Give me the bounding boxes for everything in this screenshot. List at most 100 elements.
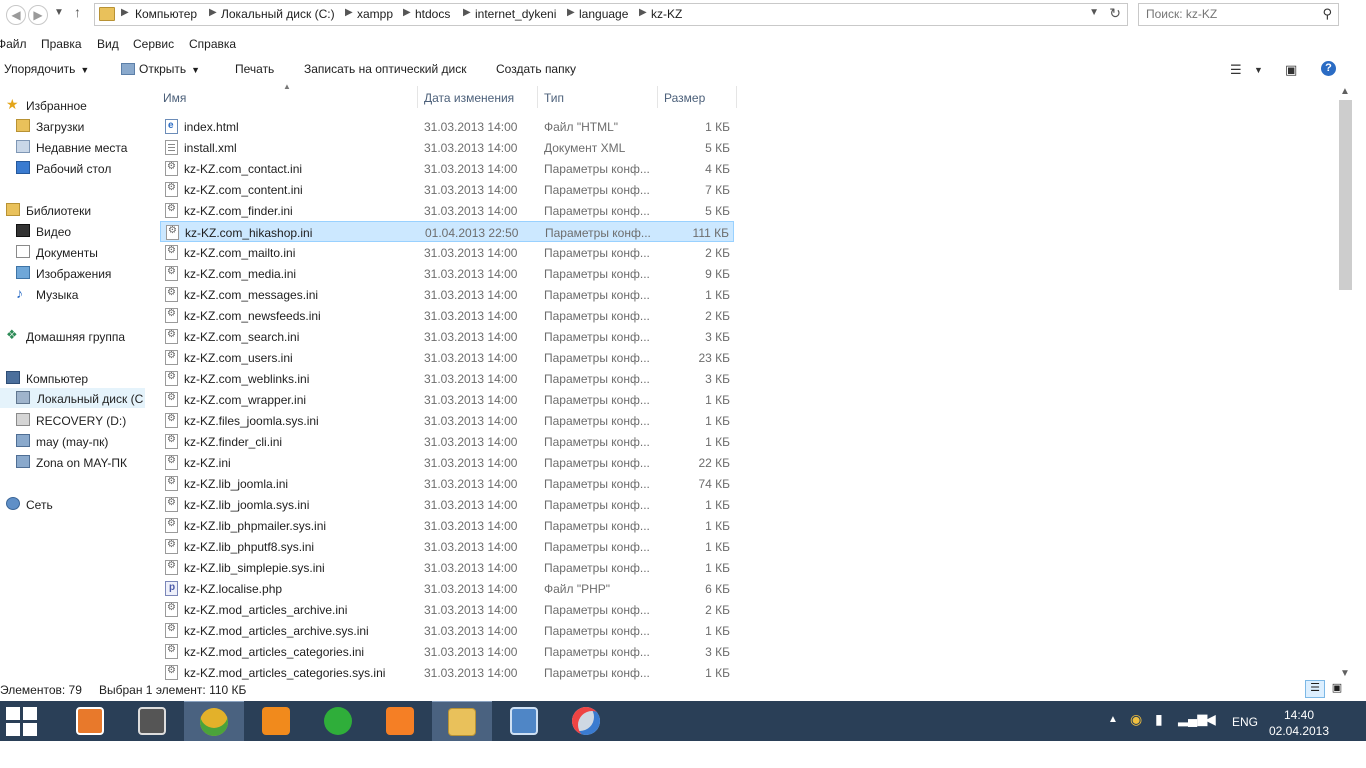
nav-may[interactable]: may (may-пк) — [16, 431, 145, 451]
file-row[interactable]: kz-KZ.lib_simplepie.sys.ini 31.03.2013 14… — [160, 557, 734, 578]
forward-button[interactable]: ▶ — [28, 5, 48, 25]
file-row[interactable]: kz-KZ.com_wrapper.ini 31.03.2013 14:00 Пар… — [160, 389, 734, 410]
help-icon[interactable]: ? — [1321, 61, 1336, 76]
taskbar-paint[interactable] — [556, 701, 616, 741]
nav-computer[interactable]: Компьютер — [6, 368, 145, 388]
menu-edit[interactable]: Правка — [41, 37, 82, 51]
address-bar[interactable]: ▶ Компьютер ▶ Локальный диск (C:) ▶ xamp… — [94, 3, 1128, 26]
column-header-size[interactable]: Размер — [658, 86, 736, 110]
details-view-icon[interactable]: ☰ — [1305, 680, 1325, 698]
breadcrumb-separator[interactable]: ▶ — [639, 7, 647, 18]
file-row[interactable]: kz-KZ.com_hikashop.ini 01.04.2013 22:50 Па… — [160, 221, 734, 242]
breadcrumb-local-disk[interactable]: Локальный диск (C:) — [221, 7, 335, 21]
up-button[interactable]: ↑ — [74, 4, 81, 20]
breadcrumb-computer[interactable]: Компьютер — [135, 7, 197, 21]
nav-zona[interactable]: Zona on MAY-ПК — [16, 452, 145, 472]
nav-recovery[interactable]: RECOVERY (D:) — [16, 410, 145, 430]
clock[interactable]: 14:40 02.04.2013 — [1266, 707, 1332, 739]
input-language[interactable]: ENG — [1232, 715, 1258, 729]
nav-homegroup[interactable]: ❖ Домашняя группа — [6, 326, 145, 346]
breadcrumb-separator[interactable]: ▶ — [463, 7, 471, 18]
taskbar-app-2[interactable] — [122, 701, 182, 741]
preview-pane-icon[interactable]: ▣ — [1285, 62, 1297, 78]
nav-documents[interactable]: Документы — [16, 242, 145, 262]
breadcrumb-separator[interactable]: ▶ — [403, 7, 411, 18]
taskbar-explorer[interactable] — [432, 701, 492, 741]
file-row[interactable]: kz-KZ.mod_articles_categories.sys.ini 31.… — [160, 662, 734, 681]
nav-libraries[interactable]: Библиотеки — [6, 200, 145, 220]
new-folder-button[interactable]: Создать папку — [496, 62, 576, 76]
file-row[interactable]: kz-KZ.mod_articles_archive.sys.ini 31.03.… — [160, 620, 734, 641]
file-row[interactable]: kz-KZ.mod_articles_archive.ini 31.03.2013… — [160, 599, 734, 620]
breadcrumb-separator[interactable]: ▶ — [209, 7, 217, 18]
file-row[interactable]: kz-KZ.com_media.ini 31.03.2013 14:00 Парам… — [160, 263, 734, 284]
organize-button[interactable]: Упорядочить ▼ — [4, 62, 89, 76]
nav-downloads[interactable]: Загрузки — [16, 116, 145, 136]
column-header-type[interactable]: Тип — [538, 86, 657, 110]
taskbar-photos[interactable] — [494, 701, 554, 741]
file-row[interactable]: kz-KZ.com_search.ini 31.03.2013 14:00 Пара… — [160, 326, 734, 347]
breadcrumb-internet-dykeni[interactable]: internet_dykeni — [475, 7, 556, 21]
show-hidden-icons-icon[interactable]: ▲ — [1108, 714, 1118, 725]
recent-locations-dropdown[interactable]: ▼ — [54, 7, 64, 18]
volume-icon[interactable]: ◀ — [1205, 711, 1216, 728]
nav-desktop[interactable]: Рабочий стол — [16, 158, 145, 178]
burn-button[interactable]: Записать на оптический диск — [304, 62, 467, 76]
back-button[interactable]: ◀ — [6, 5, 26, 25]
nav-video[interactable]: Видео — [16, 221, 145, 241]
file-row[interactable]: kz-KZ.com_finder.ini 31.03.2013 14:00 Пара… — [160, 200, 734, 221]
file-row[interactable]: kz-KZ.com_users.ini 31.03.2013 14:00 Парам… — [160, 347, 734, 368]
taskbar-mail-agent[interactable] — [308, 701, 368, 741]
column-divider[interactable] — [736, 86, 737, 108]
column-header-name[interactable]: Имя — [157, 86, 417, 110]
taskbar-app-3[interactable] — [184, 701, 244, 741]
search-box[interactable]: ⚲ — [1138, 3, 1339, 26]
breadcrumb-htdocs[interactable]: htdocs — [415, 7, 450, 21]
address-dropdown-icon[interactable]: ▼ — [1089, 7, 1099, 18]
file-row[interactable]: kz-KZ.com_content.ini 31.03.2013 14:00 Пар… — [160, 179, 734, 200]
chevron-down-icon[interactable]: ▼ — [1254, 65, 1263, 75]
file-row[interactable]: kz-KZ.ini 31.03.2013 14:00 Параметры конф.… — [160, 452, 734, 473]
search-icon[interactable]: ⚲ — [1322, 6, 1332, 22]
nav-images[interactable]: Изображения — [16, 263, 145, 283]
wifi-signal-icon[interactable]: ▂▄▆ — [1178, 711, 1207, 727]
open-button[interactable]: Открыть ▼ — [121, 62, 200, 76]
battery-icon[interactable]: ▮ — [1155, 711, 1163, 728]
breadcrumb-separator[interactable]: ▶ — [121, 7, 129, 18]
nav-network[interactable]: Сеть — [6, 494, 145, 514]
breadcrumb-language[interactable]: language — [579, 7, 628, 21]
nav-favorites[interactable]: ★ Избранное — [6, 95, 145, 115]
file-row[interactable]: kz-KZ.com_weblinks.ini 31.03.2013 14:00 Па… — [160, 368, 734, 389]
column-header-date[interactable]: Дата изменения — [418, 86, 537, 110]
taskbar-xampp[interactable] — [370, 701, 430, 741]
file-row[interactable]: install.xml 31.03.2013 14:00 Документ XML 5… — [160, 137, 734, 158]
breadcrumb-xampp[interactable]: xampp — [357, 7, 393, 21]
file-row[interactable]: kz-KZ.files_joomla.sys.ini 31.03.2013 14:… — [160, 410, 734, 431]
breadcrumb-kz-kz[interactable]: kz-KZ — [651, 7, 682, 21]
menu-help[interactable]: Справка — [189, 37, 236, 51]
nav-local-disk[interactable]: Локальный диск (C — [0, 388, 145, 408]
file-row[interactable]: kz-KZ.com_contact.ini 31.03.2013 14:00 Пар… — [160, 158, 734, 179]
print-button[interactable]: Печать — [235, 62, 274, 76]
file-row[interactable]: kz-KZ.com_mailto.ini 31.03.2013 14:00 Пара… — [160, 242, 734, 263]
vertical-scrollbar[interactable]: ▲ ▼ — [1337, 86, 1353, 681]
nav-music[interactable]: ♪ Музыка — [16, 284, 145, 304]
file-row[interactable]: kz-KZ.localise.php 31.03.2013 14:00 Файл "… — [160, 578, 734, 599]
nav-recent-places[interactable]: Недавние места — [16, 137, 145, 157]
search-input[interactable] — [1146, 4, 1316, 24]
taskbar-odnoklassniki[interactable] — [246, 701, 306, 741]
start-button[interactable] — [6, 707, 38, 737]
file-row[interactable]: kz-KZ.lib_joomla.sys.ini 31.03.2013 14:00… — [160, 494, 734, 515]
breadcrumb-separator[interactable]: ▶ — [567, 7, 575, 18]
file-row[interactable]: kz-KZ.finder_cli.ini 31.03.2013 14:00 Пара… — [160, 431, 734, 452]
file-row[interactable]: kz-KZ.lib_phpmailer.sys.ini 31.03.2013 14… — [160, 515, 734, 536]
breadcrumb-separator[interactable]: ▶ — [345, 7, 353, 18]
view-options-icon[interactable]: ☰ — [1230, 62, 1242, 78]
tray-app-icon[interactable]: ◉ — [1130, 711, 1142, 728]
file-row[interactable]: index.html 31.03.2013 14:00 Файл "HTML" 1 К… — [160, 116, 734, 137]
refresh-icon[interactable]: ↻ — [1109, 5, 1121, 22]
file-row[interactable]: kz-KZ.com_messages.ini 31.03.2013 14:00 Па… — [160, 284, 734, 305]
menu-file[interactable]: Файл — [0, 37, 27, 51]
taskbar-media-player[interactable] — [60, 701, 120, 741]
scroll-up-icon[interactable]: ▲ — [1340, 86, 1350, 97]
